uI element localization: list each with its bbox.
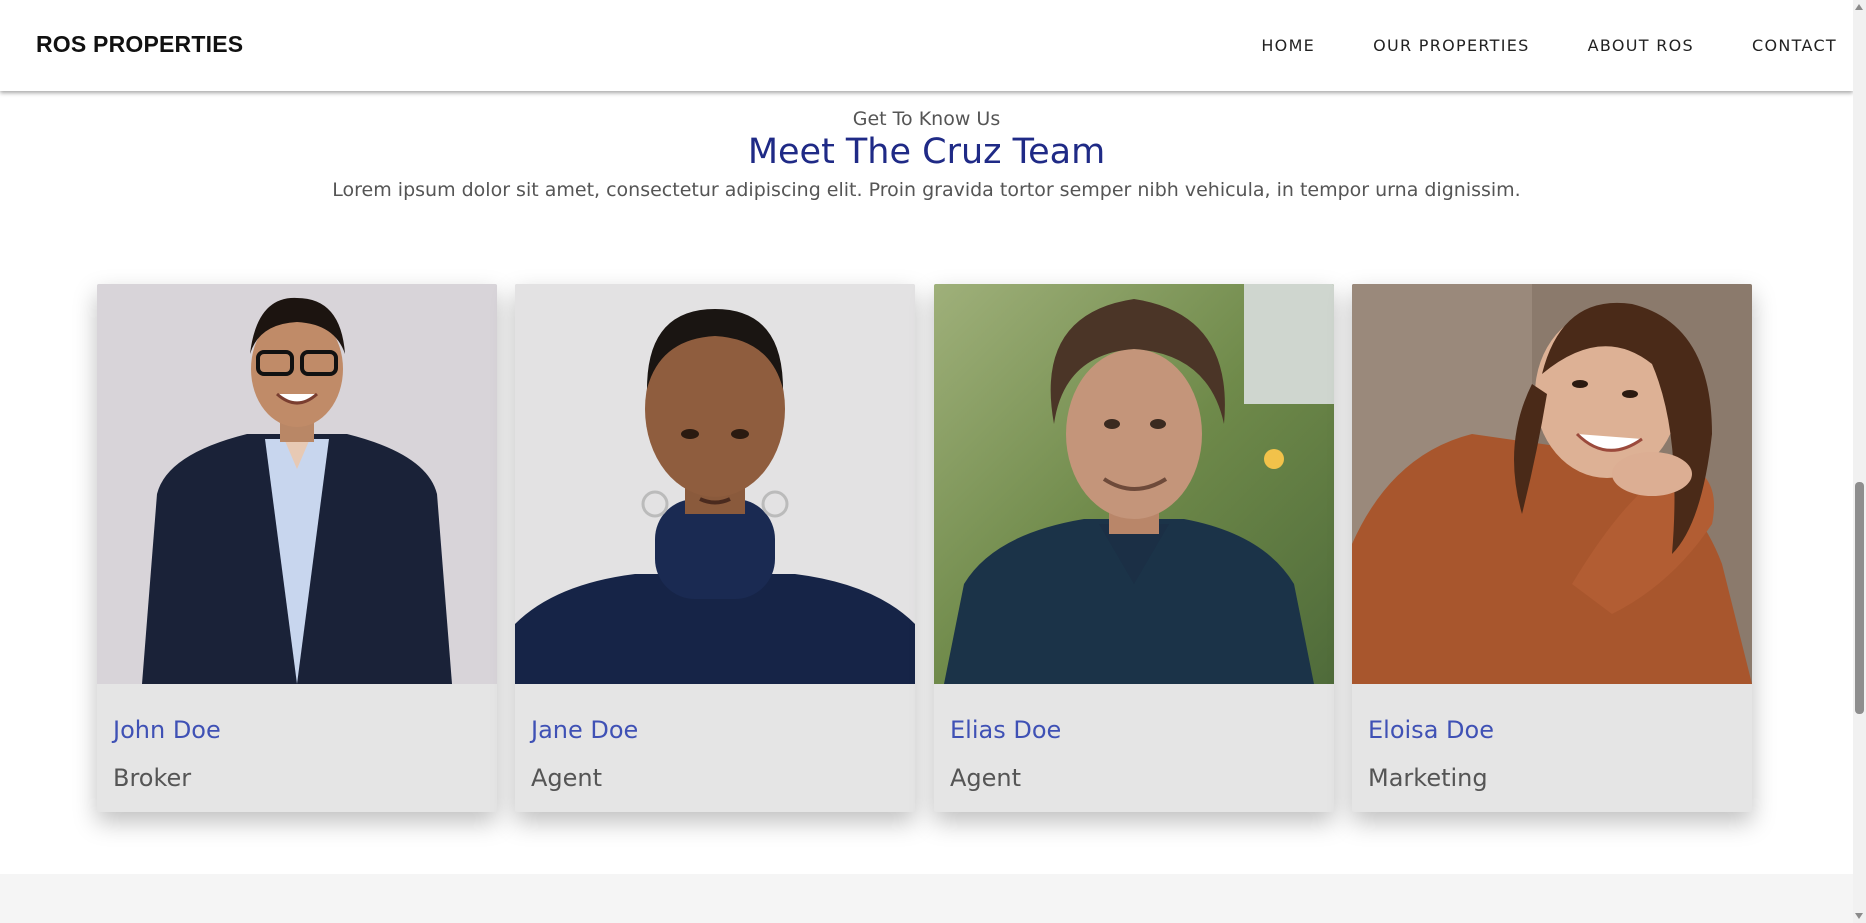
page-scrollbar[interactable] <box>1853 0 1866 923</box>
page: ROS PROPERTIES HOME OUR PROPERTIES ABOUT… <box>0 0 1866 923</box>
team-card-john[interactable]: John Doe Broker <box>97 284 497 812</box>
section-kicker: Get To Know Us <box>852 108 1001 130</box>
brand-logo-text[interactable]: ROS PROPERTIES <box>36 31 243 58</box>
team-member-photo <box>97 284 497 684</box>
team-member-role: Marketing <box>1368 764 1488 792</box>
team-member-name: Eloisa Doe <box>1368 716 1494 744</box>
main-nav: HOME OUR PROPERTIES ABOUT ROS CONTACT <box>1261 36 1837 55</box>
nav-link-contact[interactable]: CONTACT <box>1752 36 1837 55</box>
team-card-jane[interactable]: Jane Doe Agent <box>515 284 915 812</box>
section-title: Meet The Cruz Team <box>747 132 1106 172</box>
scrollbar-thumb[interactable] <box>1855 482 1864 714</box>
scroll-up-arrow-icon[interactable] <box>1855 4 1863 10</box>
next-section-band <box>0 874 1853 923</box>
nav-link-about-ros[interactable]: ABOUT ROS <box>1588 36 1694 55</box>
team-member-name: Jane Doe <box>531 716 639 744</box>
team-member-photo <box>934 284 1334 684</box>
team-card-eloisa[interactable]: Eloisa Doe Marketing <box>1352 284 1752 812</box>
team-member-photo <box>515 284 915 684</box>
nav-link-our-properties[interactable]: OUR PROPERTIES <box>1373 36 1530 55</box>
team-member-photo <box>1352 284 1752 684</box>
team-member-role: Broker <box>113 764 192 792</box>
scroll-down-arrow-icon[interactable] <box>1855 913 1863 919</box>
nav-link-home[interactable]: HOME <box>1261 36 1315 55</box>
section-description: Lorem ipsum dolor sit amet, consectetur … <box>332 179 1521 201</box>
team-member-role: Agent <box>950 764 1022 792</box>
team-member-name: Elias Doe <box>950 716 1062 744</box>
team-member-role: Agent <box>531 764 603 792</box>
team-card-elias[interactable]: Elias Doe Agent <box>934 284 1334 812</box>
top-navbar: ROS PROPERTIES HOME OUR PROPERTIES ABOUT… <box>0 0 1853 91</box>
team-member-name: John Doe <box>113 716 221 744</box>
